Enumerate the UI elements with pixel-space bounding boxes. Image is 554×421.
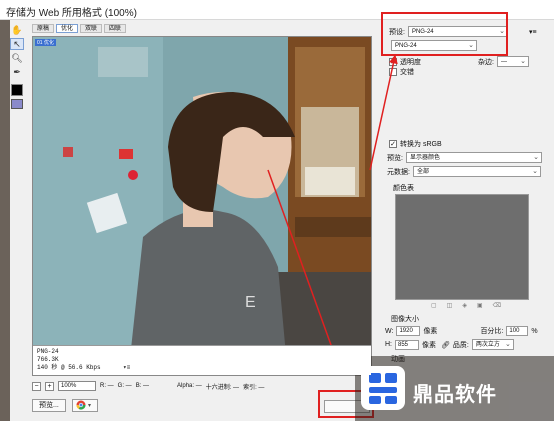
watermark-logo: 鼎品软件 [355, 356, 554, 421]
watermark-text: 鼎品软件 [413, 384, 497, 406]
info-download-time: 140 秒 @ 56.6 Kbps [37, 364, 101, 371]
info-format: PNG-24 [37, 348, 59, 355]
arrow-to-save [267, 169, 342, 372]
save-for-web-dialog: 存储为 Web 所用格式 (100%) ✋ ↖ 🔍︎ ✒ 原稿 优化 双联 四联 [0, 0, 554, 421]
arrow-to-preset [369, 54, 398, 171]
preview-info: PNG-24 766.3K 140 秒 @ 56.6 Kbps ▾≡ [33, 345, 371, 375]
info-size: 766.3K [37, 356, 59, 363]
preview-tag: 01 优化 [35, 39, 56, 46]
info-menu-icon[interactable]: ▾≡ [123, 364, 130, 372]
